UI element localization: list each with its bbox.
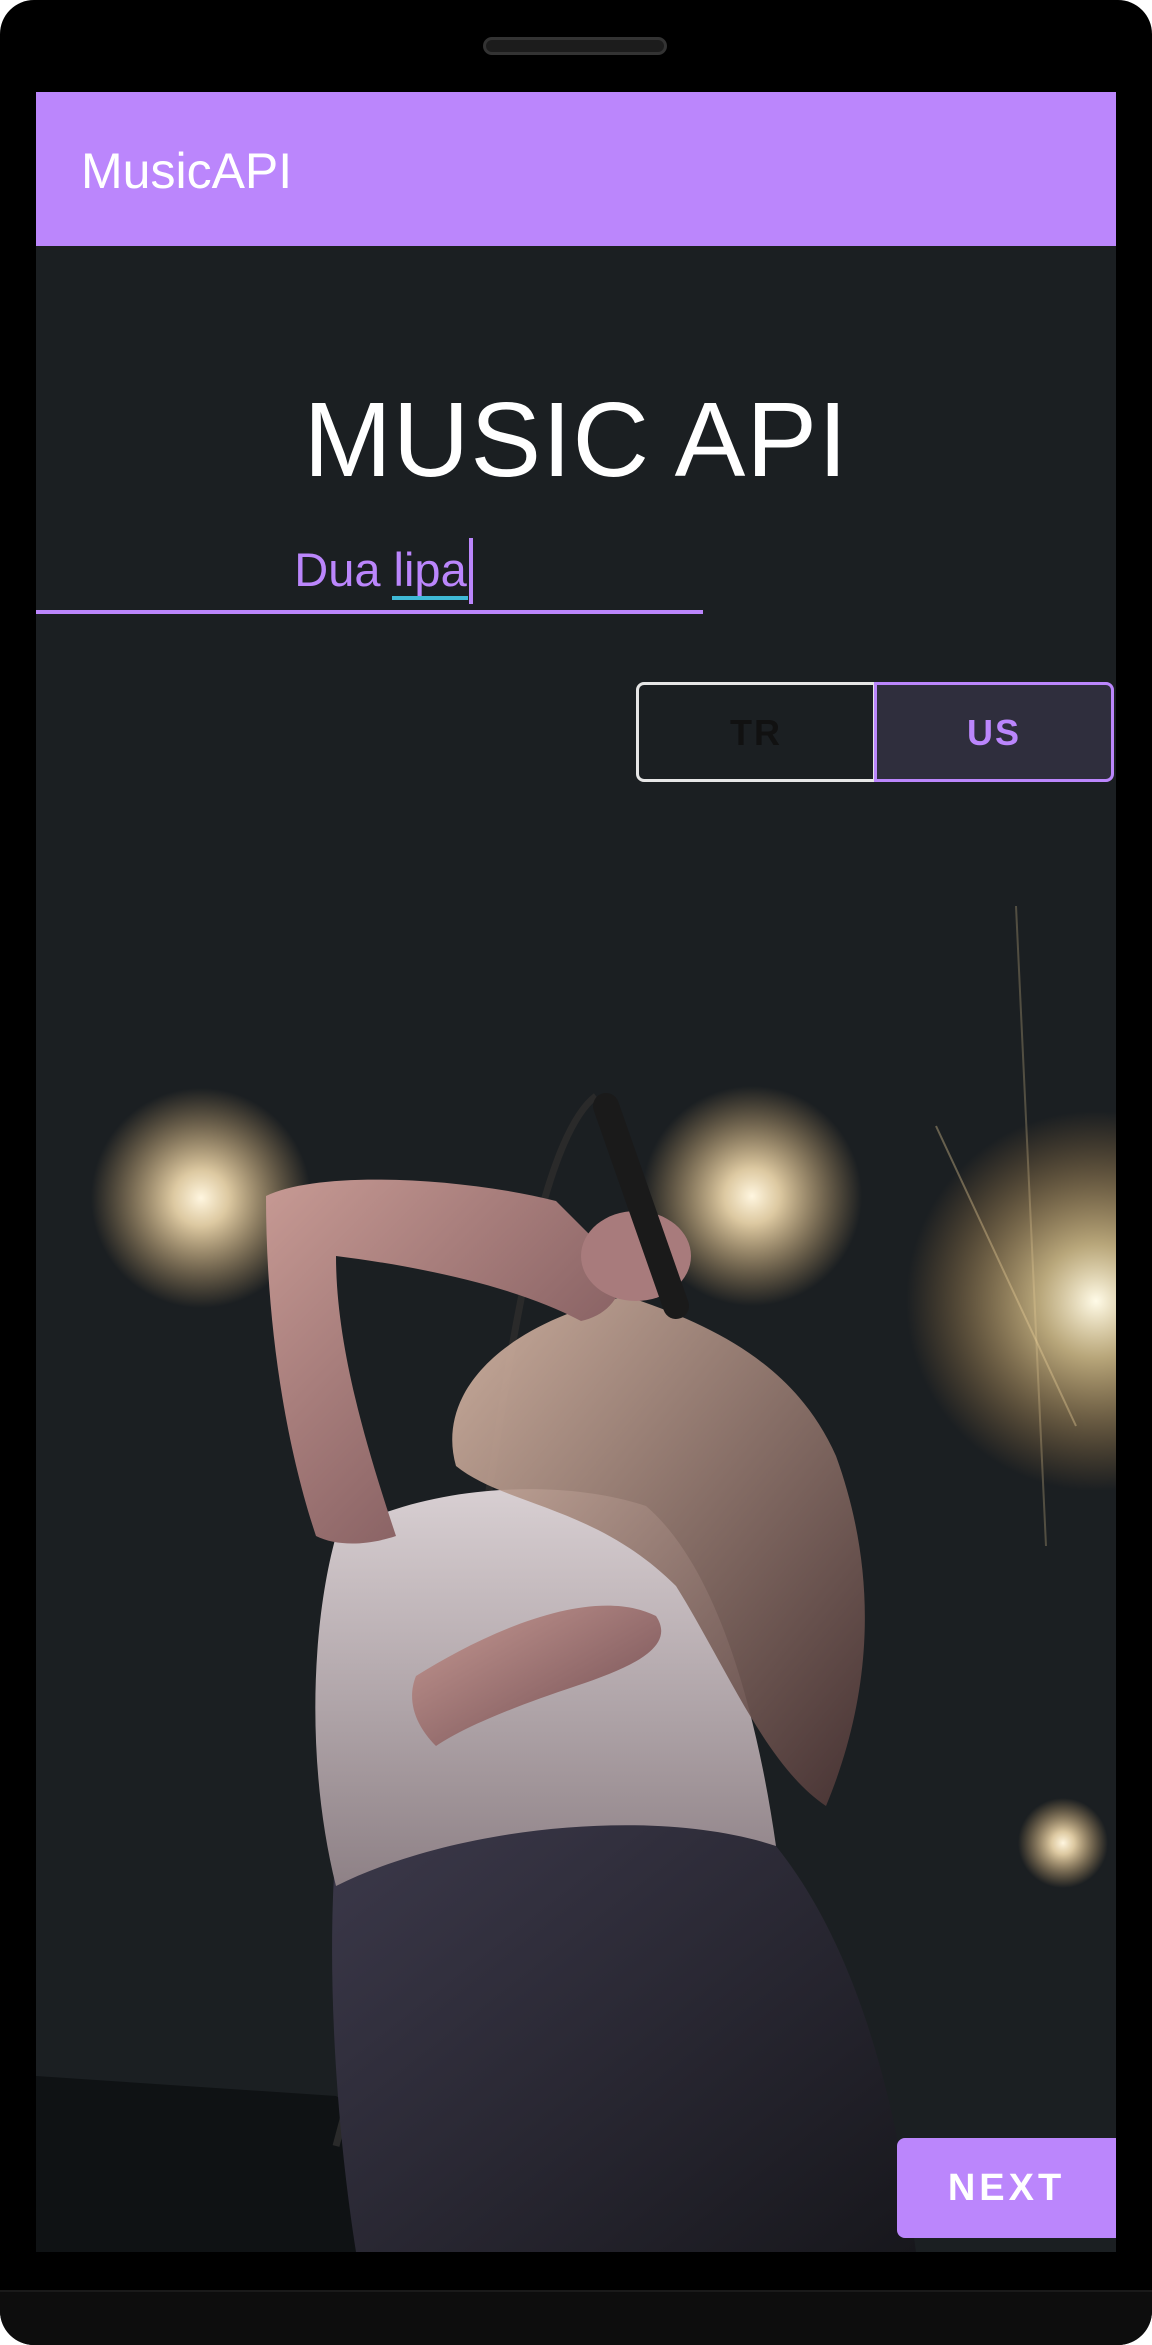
app-bar-title: MusicAPI bbox=[81, 143, 293, 199]
toggle-us-button[interactable]: US bbox=[874, 682, 1114, 782]
app-screen: MusicAPI MUSIC API TR US NEXT bbox=[36, 92, 1116, 2252]
text-cursor bbox=[469, 538, 473, 604]
page-heading: MUSIC API bbox=[303, 381, 849, 499]
artist-search-input[interactable] bbox=[47, 532, 714, 606]
app-bar: MusicAPI bbox=[36, 92, 1116, 246]
search-field-underline bbox=[36, 610, 703, 614]
phone-frame: MusicAPI MUSIC API TR US NEXT bbox=[0, 0, 1152, 2345]
toggle-tr-button[interactable]: TR bbox=[636, 682, 876, 782]
next-button[interactable]: NEXT bbox=[897, 2138, 1116, 2238]
spellcheck-underline bbox=[392, 596, 468, 600]
country-toggle-group: TR US bbox=[636, 682, 1116, 782]
speaker-grille bbox=[483, 37, 667, 55]
phone-bottom-bezel bbox=[0, 2290, 1152, 2345]
artist-search-field[interactable] bbox=[47, 532, 714, 612]
